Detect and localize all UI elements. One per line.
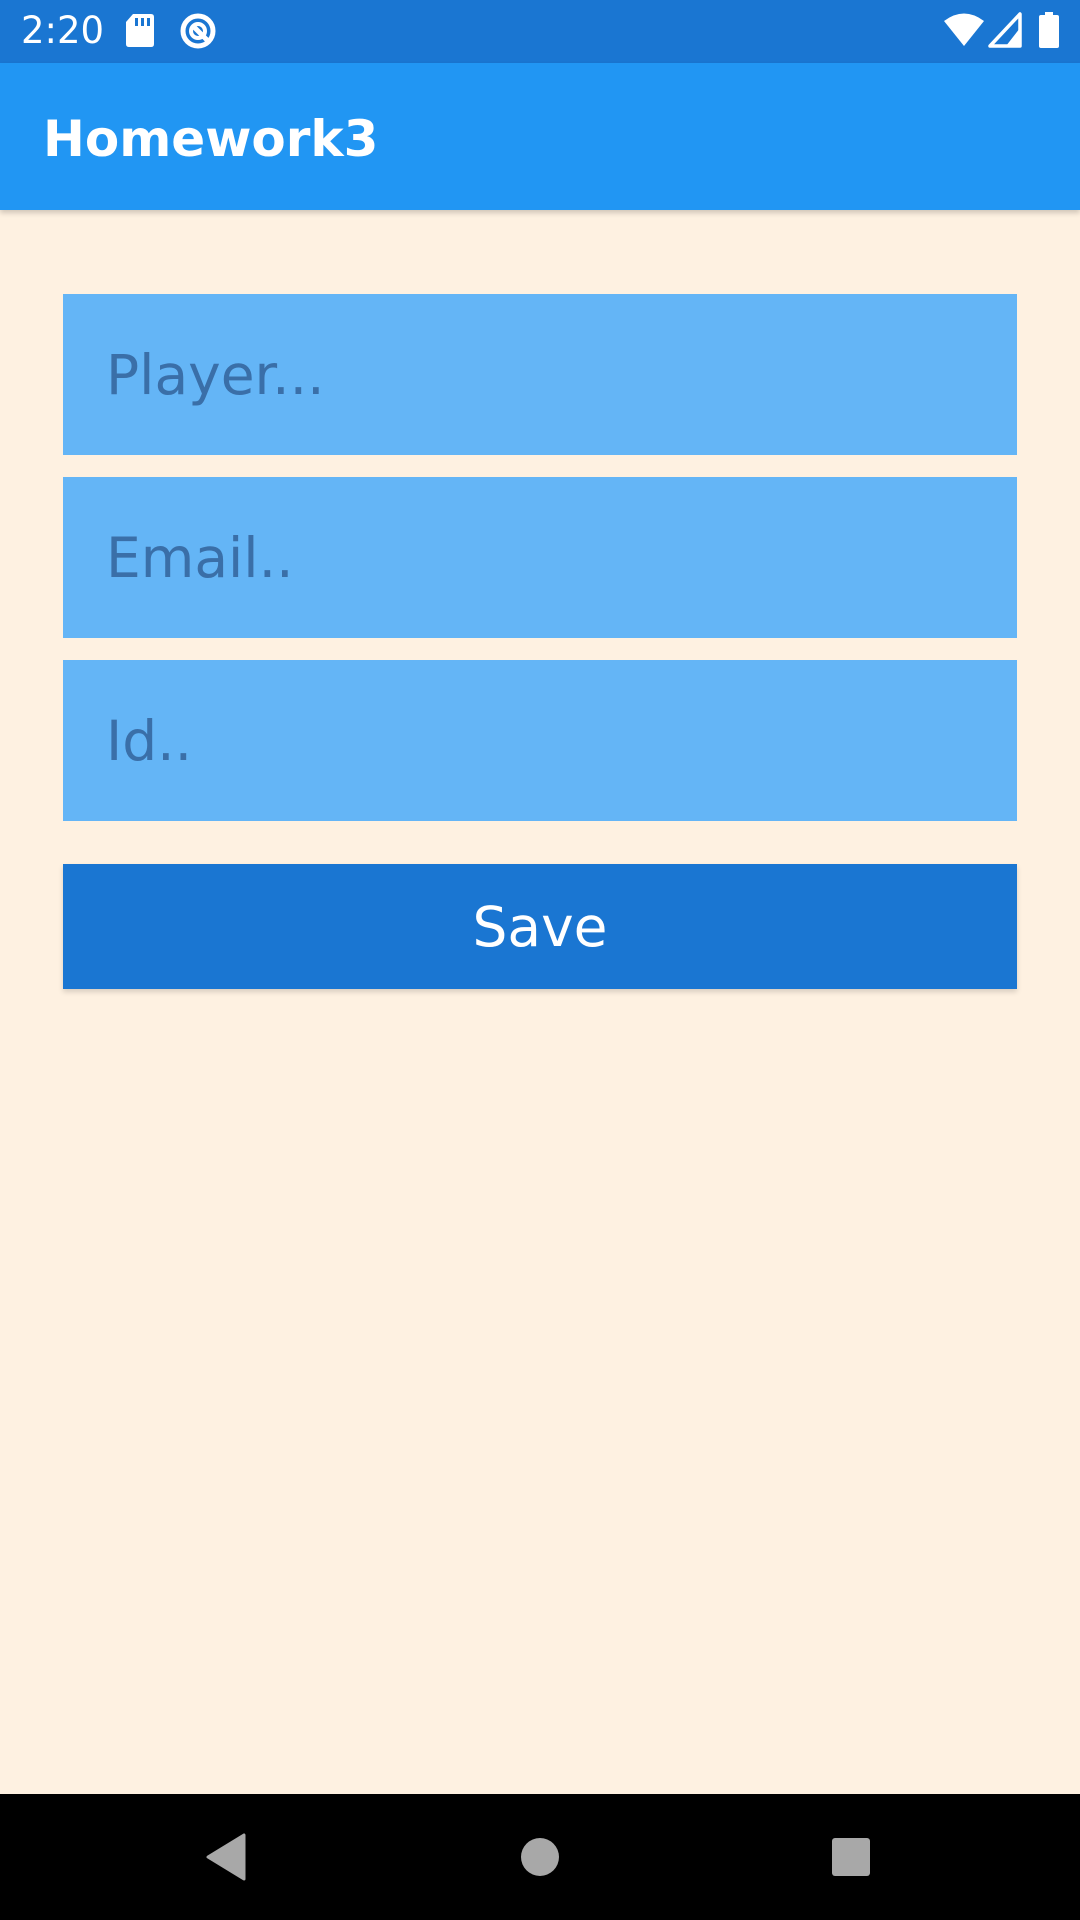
recents-icon[interactable] bbox=[776, 1794, 926, 1920]
email-input[interactable] bbox=[63, 477, 1017, 638]
app-bar: Homework3 bbox=[0, 63, 1080, 210]
sync-icon bbox=[180, 13, 216, 49]
wifi-icon bbox=[944, 13, 984, 46]
battery-icon bbox=[1039, 12, 1059, 48]
status-time: 2:20 bbox=[21, 9, 105, 52]
back-icon[interactable] bbox=[150, 1794, 300, 1920]
app-title: Homework3 bbox=[43, 110, 379, 168]
id-input[interactable] bbox=[63, 660, 1017, 821]
signal-icon bbox=[988, 12, 1022, 48]
sd-card-icon bbox=[126, 14, 154, 47]
navigation-bar bbox=[0, 1794, 1080, 1920]
status-bar: 2:20 bbox=[0, 0, 1080, 63]
home-icon[interactable] bbox=[465, 1794, 615, 1920]
save-button[interactable]: Save bbox=[63, 864, 1017, 989]
player-input[interactable] bbox=[63, 294, 1017, 455]
